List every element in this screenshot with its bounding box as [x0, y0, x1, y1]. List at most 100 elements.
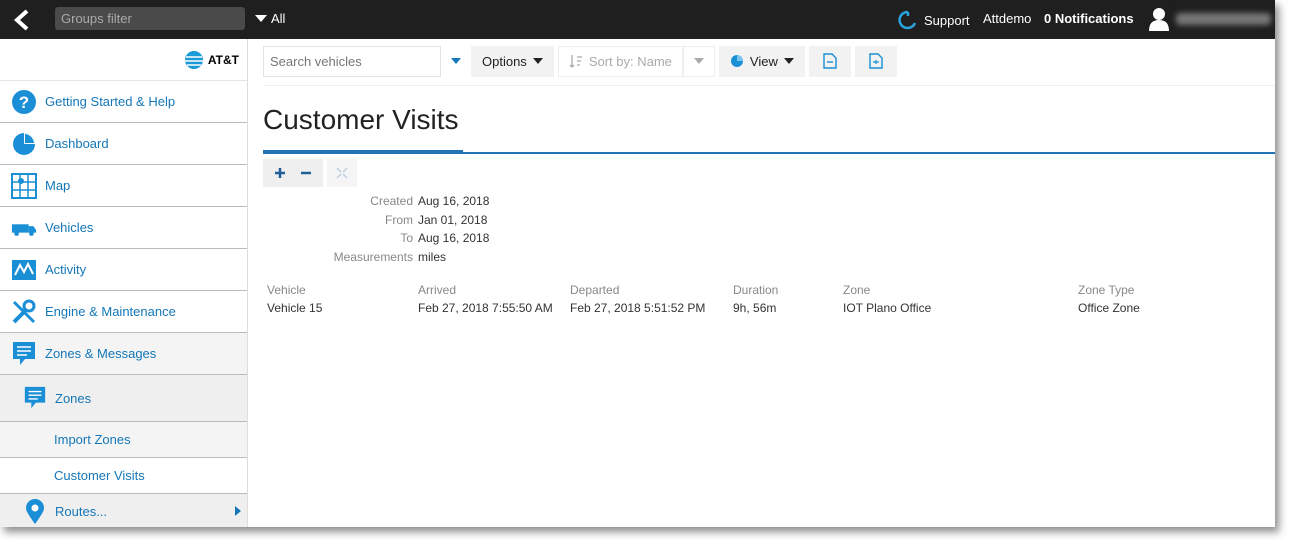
- user-menu[interactable]: [1148, 7, 1271, 31]
- sidebar-item-getting-started[interactable]: ? Getting Started & Help: [0, 81, 247, 123]
- sidebar-subitem-zones[interactable]: Zones: [0, 375, 247, 421]
- search-vehicles-input[interactable]: [263, 45, 441, 77]
- title-accent-bar: [263, 150, 463, 154]
- pie-chart-icon: [730, 55, 743, 67]
- meta-label: Created: [370, 194, 413, 209]
- sidebar-item-zones-messages[interactable]: Zones & Messages: [0, 333, 247, 375]
- support-link[interactable]: Support: [898, 9, 970, 31]
- caret-down-icon: [693, 58, 704, 64]
- brand-logo: AT&T: [0, 39, 247, 81]
- meta-label: To: [400, 231, 413, 246]
- sidebar-subitem-import-zones[interactable]: Import Zones: [0, 421, 247, 458]
- toolbar-divider: [263, 85, 1275, 86]
- svg-text:?: ?: [19, 93, 29, 112]
- sidebar-item-label: Zones & Messages: [45, 346, 157, 361]
- wrench-icon: [11, 299, 37, 325]
- caret-down-icon: [451, 58, 461, 64]
- search-dropdown-button[interactable]: [441, 46, 471, 77]
- sidebar-item-vehicles[interactable]: Vehicles: [0, 207, 247, 249]
- meta-value: miles: [418, 249, 447, 264]
- column-header-arrived[interactable]: Arrived: [418, 283, 456, 297]
- message-icon: [11, 341, 37, 367]
- all-label: All: [271, 11, 286, 26]
- meta-row-created: Created Aug 16, 2018: [263, 192, 489, 211]
- sidebar-item-label: Dashboard: [45, 136, 109, 151]
- sidebar-item-map[interactable]: Map: [0, 165, 247, 207]
- view-label: View: [749, 53, 778, 69]
- column-header-zone[interactable]: Zone: [843, 283, 870, 297]
- column-header-duration[interactable]: Duration: [733, 283, 778, 297]
- sidebar-item-engine-maintenance[interactable]: Engine & Maintenance: [0, 291, 247, 333]
- meta-row-from: From Jan 01, 2018: [263, 211, 489, 230]
- sidebar-item-activity[interactable]: Activity: [0, 249, 247, 291]
- caret-down-icon: [532, 58, 543, 64]
- groups-filter-input[interactable]: [55, 7, 245, 30]
- table-cell-zone[interactable]: IOT Plano Office: [843, 301, 931, 315]
- top-bar: All Support Attdemo 0 Notifications: [0, 0, 1275, 39]
- user-name-redacted: [1176, 13, 1271, 25]
- account-link[interactable]: Attdemo: [983, 11, 1031, 26]
- page-title: Customer Visits: [263, 104, 459, 135]
- sidebar-item-label: Engine & Maintenance: [45, 304, 176, 319]
- toolbar: Options Sort by: Name View: [263, 45, 897, 77]
- sidebar-subitem-customer-visits[interactable]: Customer Visits: [0, 458, 247, 494]
- message-icon: [23, 386, 47, 410]
- table-cell-zone-type: Office Zone: [1078, 301, 1140, 315]
- sidebar-item-dashboard[interactable]: Dashboard: [0, 123, 247, 165]
- plus-icon[interactable]: [274, 167, 286, 179]
- meta-row-to: To Aug 16, 2018: [263, 229, 489, 248]
- meta-label: From: [385, 212, 413, 227]
- table-cell-duration: 9h, 56m: [733, 301, 777, 315]
- sidebar: AT&T ? Getting Started & Help Dashboard …: [0, 39, 248, 527]
- notifications-link[interactable]: 0 Notifications: [1044, 11, 1134, 26]
- support-icon: [898, 10, 917, 30]
- report-metadata: Created Aug 16, 2018 From Jan 01, 2018 T…: [263, 192, 490, 267]
- pie-chart-icon: [11, 131, 37, 157]
- back-button[interactable]: [8, 6, 36, 34]
- activity-chart-icon: [11, 257, 37, 283]
- view-button[interactable]: View: [718, 45, 805, 77]
- column-header-vehicle[interactable]: Vehicle: [267, 283, 306, 297]
- collapse-arrows-icon: [336, 167, 348, 179]
- zoom-controls: [263, 159, 357, 187]
- minus-icon[interactable]: [300, 167, 312, 179]
- caret-down-icon: [255, 15, 267, 22]
- table-cell-arrived: Feb 27, 2018 7:55:50 AM: [418, 301, 553, 315]
- app-window: All Support Attdemo 0 Notifications AT&T…: [0, 0, 1275, 527]
- expand-collapse-group: [263, 159, 323, 187]
- export-excel-button[interactable]: [854, 45, 897, 77]
- map-pin-icon: [23, 498, 47, 524]
- caret-down-icon: [783, 58, 794, 64]
- fit-button[interactable]: [327, 159, 357, 187]
- sidebar-subitem-label: Routes...: [55, 504, 108, 519]
- sidebar-subitem-label: Customer Visits: [54, 468, 145, 483]
- sidebar-subitem-label: Zones: [55, 390, 92, 406]
- sort-button[interactable]: Sort by: Name: [557, 45, 683, 77]
- meta-row-measurements: Measurements miles: [263, 248, 489, 267]
- options-button[interactable]: Options: [471, 45, 554, 77]
- sidebar-subitem-label: Import Zones: [54, 432, 131, 447]
- user-avatar-icon: [1149, 8, 1169, 31]
- export-pdf-button[interactable]: [808, 45, 851, 77]
- groups-all-dropdown[interactable]: All: [255, 11, 285, 26]
- sort-direction-dropdown[interactable]: [682, 45, 715, 77]
- column-header-zone-type[interactable]: Zone Type: [1078, 283, 1134, 297]
- sidebar-item-label: Activity: [45, 262, 87, 277]
- sidebar-item-label: Map: [45, 178, 71, 193]
- help-icon: ?: [11, 89, 37, 115]
- meta-value: Aug 16, 2018: [418, 194, 490, 209]
- column-header-departed[interactable]: Departed: [570, 283, 619, 297]
- table-cell-vehicle[interactable]: Vehicle 15: [267, 301, 322, 315]
- sidebar-item-label: Getting Started & Help: [45, 94, 176, 109]
- sidebar-item-label: Vehicles: [45, 220, 94, 235]
- map-icon: [11, 172, 37, 199]
- truck-icon: [11, 215, 37, 241]
- sort-label: Sort by: Name: [588, 53, 672, 69]
- table-cell-departed: Feb 27, 2018 5:51:52 PM: [570, 301, 706, 315]
- logo-text: AT&T: [207, 52, 239, 67]
- meta-value: Jan 01, 2018: [418, 212, 488, 227]
- sort-icon: [569, 55, 582, 68]
- spreadsheet-icon: [869, 53, 883, 69]
- meta-value: Aug 16, 2018: [418, 231, 490, 246]
- sidebar-subitem-routes[interactable]: Routes...: [0, 494, 247, 527]
